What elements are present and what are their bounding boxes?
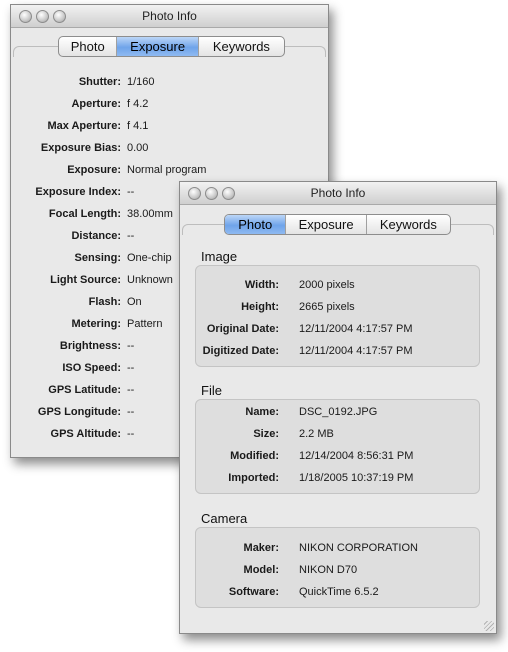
- info-label: Aperture:: [71, 98, 121, 110]
- tab-exposure[interactable]: Exposure: [286, 215, 367, 234]
- tab-keywords[interactable]: Keywords: [199, 37, 284, 56]
- title-bar[interactable]: Photo Info: [11, 5, 328, 28]
- info-value: 2.2 MB: [299, 428, 334, 440]
- info-value: --: [127, 340, 135, 352]
- info-label: Sensing:: [74, 252, 121, 264]
- info-value: --: [127, 428, 135, 440]
- info-value: 12/14/2004 8:56:31 PM: [299, 450, 414, 462]
- info-row-height: Height: 2665 pixels: [196, 301, 479, 315]
- info-value: f 4.1: [127, 120, 149, 132]
- info-value: 12/11/2004 4:17:57 PM: [299, 345, 413, 357]
- info-label: ISO Speed:: [62, 362, 121, 374]
- info-label: Focal Length:: [48, 208, 121, 220]
- info-value: 1/18/2005 10:37:19 PM: [299, 472, 414, 484]
- info-value: --: [127, 362, 135, 374]
- info-label: Size:: [253, 428, 279, 440]
- info-label: Digitized Date:: [202, 345, 279, 357]
- info-label: Metering:: [71, 318, 122, 330]
- photo-info-window-photo: Photo Info Photo Exposure Keywords Image…: [179, 181, 497, 634]
- info-label: Exposure:: [67, 164, 121, 176]
- info-value: QuickTime 6.5.2: [299, 586, 379, 598]
- tab-bar: Photo Exposure Keywords: [224, 214, 451, 235]
- info-label: Software:: [228, 586, 279, 598]
- info-value: f 4.2: [127, 98, 149, 110]
- tab-keywords[interactable]: Keywords: [367, 215, 450, 234]
- info-row-digitized-date: Digitized Date: 12/11/2004 4:17:57 PM: [196, 345, 479, 359]
- info-value: 2665 pixels: [299, 301, 355, 313]
- info-value: Pattern: [127, 318, 163, 330]
- info-value: Normal program: [127, 164, 207, 176]
- info-value: NIKON CORPORATION: [299, 542, 418, 554]
- info-value: On: [127, 296, 142, 308]
- info-row-size: Size: 2.2 MB: [196, 428, 479, 442]
- info-label: Imported:: [228, 472, 279, 484]
- info-label: Brightness:: [59, 340, 121, 352]
- info-value: 12/11/2004 4:17:57 PM: [299, 323, 413, 335]
- info-value: 0.00: [127, 142, 149, 154]
- info-label: Exposure Bias:: [40, 142, 121, 154]
- info-value: --: [127, 384, 135, 396]
- info-label: Width:: [244, 279, 279, 291]
- info-label: Exposure Index:: [35, 186, 121, 198]
- section-title-camera: Camera: [201, 511, 248, 526]
- group-box-image: Width: 2000 pixels Height: 2665 pixels Ori…: [195, 265, 480, 367]
- info-label: Light Source:: [50, 274, 121, 286]
- info-label: GPS Longitude:: [37, 406, 121, 418]
- info-label: Modified:: [230, 450, 279, 462]
- info-label: Height:: [241, 301, 279, 313]
- section-title-file: File: [201, 383, 222, 398]
- info-row-modified: Modified: 12/14/2004 8:56:31 PM: [196, 450, 479, 464]
- title-bar[interactable]: Photo Info: [180, 182, 496, 205]
- info-row-width: Width: 2000 pixels: [196, 279, 479, 293]
- info-label: Original Date:: [206, 323, 279, 335]
- group-box-file: Name: DSC_0192.JPG Size: 2.2 MB Modified: 1…: [195, 399, 480, 494]
- info-value: --: [127, 230, 135, 242]
- info-value: 38.00mm: [127, 208, 173, 220]
- info-row-model: Model: NIKON D70: [196, 564, 479, 578]
- info-value: --: [127, 406, 135, 418]
- section-title-image: Image: [201, 249, 238, 264]
- info-value: 1/160: [127, 76, 155, 88]
- window-title: Photo Info: [310, 186, 366, 200]
- resize-handle[interactable]: [484, 621, 494, 631]
- info-row-software: Software: QuickTime 6.5.2: [196, 586, 479, 600]
- info-value: Unknown: [127, 274, 173, 286]
- tab-photo[interactable]: Photo: [59, 37, 118, 56]
- info-label: Model:: [243, 564, 279, 576]
- info-row-maker: Maker: NIKON CORPORATION: [196, 542, 479, 556]
- info-label: Maker:: [243, 542, 279, 554]
- info-label: Max Aperture:: [47, 120, 121, 132]
- tab-exposure[interactable]: Exposure: [117, 37, 199, 56]
- window-title: Photo Info: [142, 9, 197, 23]
- group-box-camera: Maker: NIKON CORPORATION Model: NIKON D70 …: [195, 527, 480, 608]
- tab-photo[interactable]: Photo: [225, 215, 287, 234]
- info-value: One-chip: [127, 252, 172, 264]
- info-label: GPS Altitude:: [50, 428, 121, 440]
- info-value: DSC_0192.JPG: [299, 406, 378, 418]
- info-row-name: Name: DSC_0192.JPG: [196, 406, 479, 420]
- info-label: GPS Latitude:: [48, 384, 121, 396]
- info-label: Flash:: [88, 296, 121, 308]
- info-label: Distance:: [71, 230, 121, 242]
- info-value: NIKON D70: [299, 564, 358, 576]
- info-label: Name:: [245, 406, 279, 418]
- tab-bar: Photo Exposure Keywords: [58, 36, 285, 57]
- info-row-imported: Imported: 1/18/2005 10:37:19 PM: [196, 472, 479, 486]
- info-value: 2000 pixels: [299, 279, 355, 291]
- info-row-original-date: Original Date: 12/11/2004 4:17:57 PM: [196, 323, 479, 337]
- info-value: --: [127, 186, 135, 198]
- info-label: Shutter:: [78, 76, 121, 88]
